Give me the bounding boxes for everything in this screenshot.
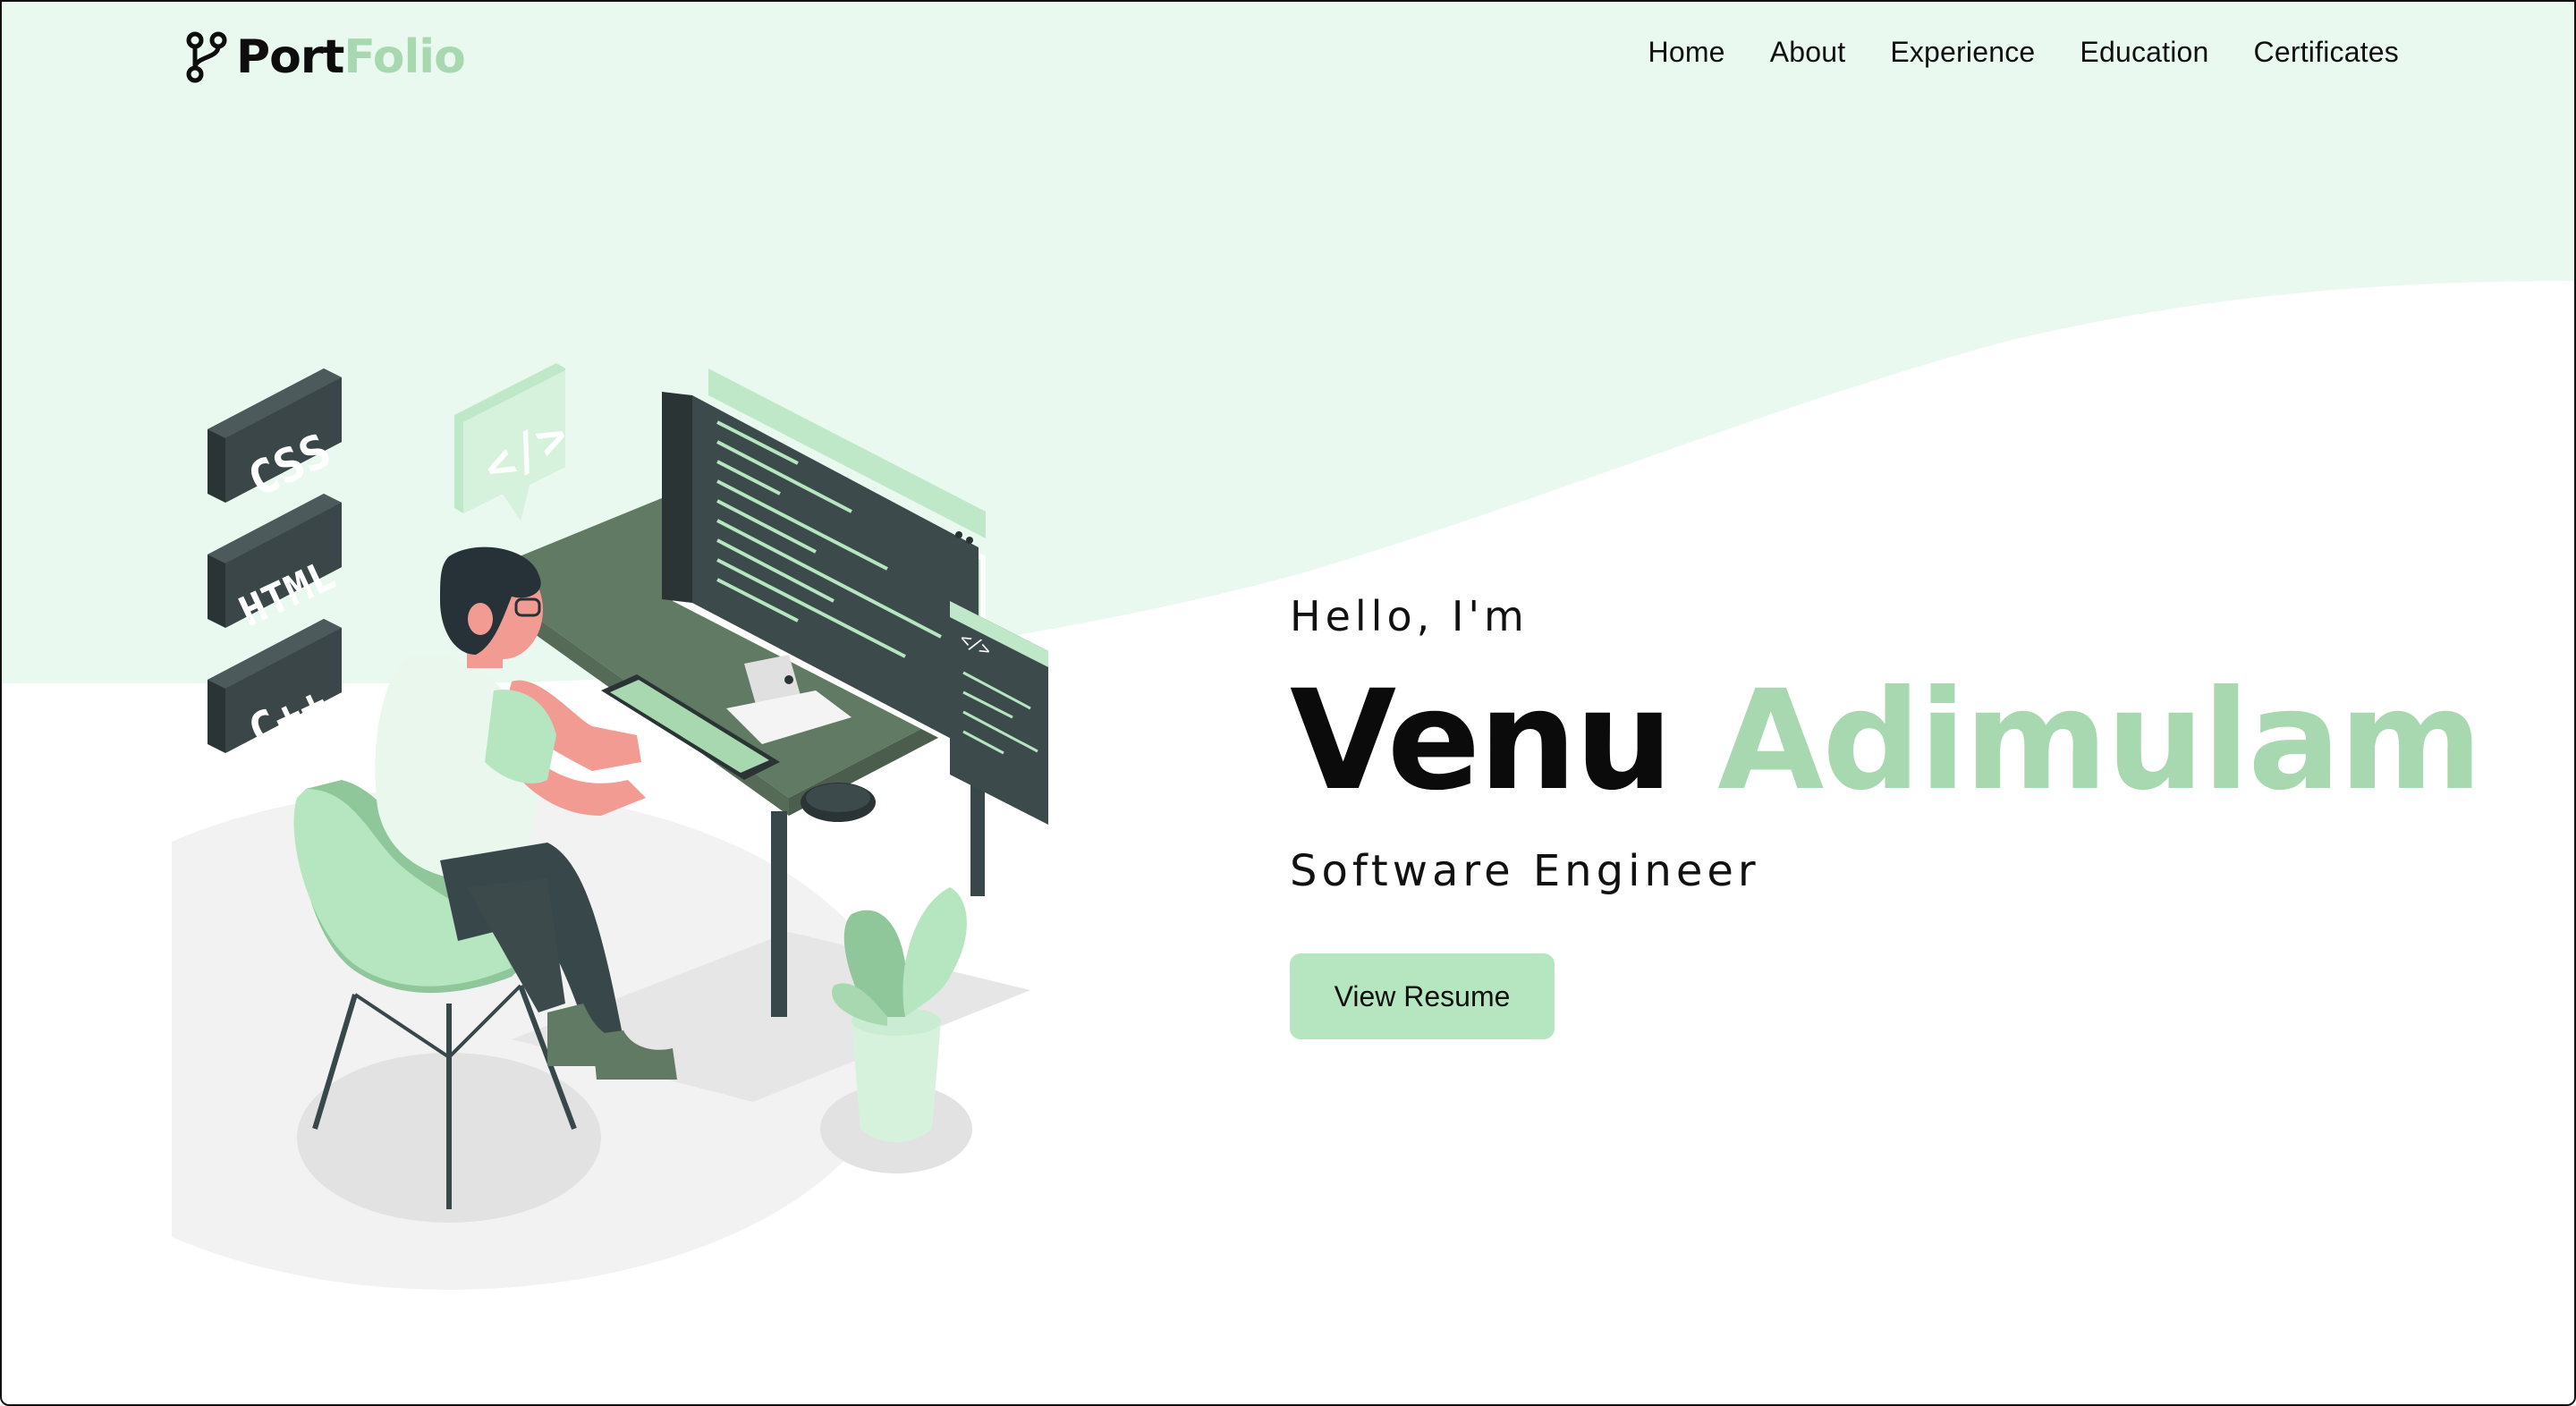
hero-role: Software Engineer xyxy=(1290,845,1760,896)
view-resume-button[interactable]: View Resume xyxy=(1290,953,1555,1039)
portfolio-page: PortFolio Home About Experience Educatio… xyxy=(0,0,2576,1406)
nav-link-certificates[interactable]: Certificates xyxy=(2254,36,2399,68)
small-code-window: </> xyxy=(950,601,1048,825)
brand-name-part2: Folio xyxy=(343,30,466,84)
cpp-tag-block: C++ xyxy=(208,619,342,758)
git-branch-icon xyxy=(186,31,227,83)
nav-link-home[interactable]: Home xyxy=(1648,36,1725,68)
nav-link-education[interactable]: Education xyxy=(2080,36,2208,68)
brand-name-part1: Port xyxy=(236,30,344,84)
top-navbar: PortFolio Home About Experience Educatio… xyxy=(2,2,2574,118)
css-tag-block: CSS xyxy=(208,368,342,508)
mouse xyxy=(801,783,876,822)
developer-illustration: CSS HTML C++ </> </> xyxy=(172,363,1048,1290)
hero-first-name: Venu xyxy=(1290,661,1673,821)
hero-greeting: Hello, I'm xyxy=(1290,592,1529,640)
hero-last-name: Adimulam xyxy=(1717,661,2482,821)
nav-item-experience: Experience xyxy=(1890,36,2035,69)
nav-menu: Home About Experience Education Certific… xyxy=(1604,36,2399,69)
nav-item-certificates: Certificates xyxy=(2254,36,2399,69)
nav-item-about: About xyxy=(1770,36,1846,69)
hero-name: Venu Adimulam xyxy=(1290,669,2483,814)
nav-link-about[interactable]: About xyxy=(1770,36,1846,68)
brand-logo[interactable]: PortFolio xyxy=(184,29,466,86)
nav-item-home: Home xyxy=(1648,36,1725,69)
brand-name: PortFolio xyxy=(236,34,466,80)
hero-intro: Hello, I'm Venu Adimulam Software Engine… xyxy=(1290,592,2483,1039)
code-bubble: </> xyxy=(454,363,577,521)
nav-item-education: Education xyxy=(2080,36,2208,69)
html-tag-block: HTML xyxy=(208,494,343,636)
nav-link-experience[interactable]: Experience xyxy=(1890,36,2035,68)
